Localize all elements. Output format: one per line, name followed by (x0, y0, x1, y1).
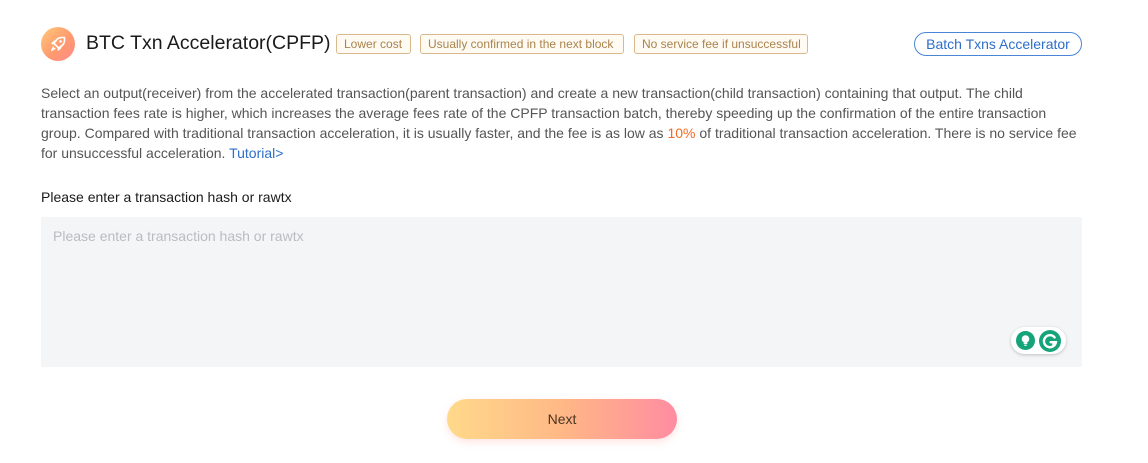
page-title: BTC Txn Accelerator(CPFP) (86, 32, 331, 54)
tag-next-block: Usually confirmed in the next block (420, 34, 624, 54)
rocket-glyph (50, 36, 66, 52)
lightbulb-icon[interactable] (1016, 331, 1035, 350)
tag-lower-cost: Lower cost (336, 34, 411, 54)
rocket-icon (41, 27, 75, 61)
description: Select an output(receiver) from the acce… (41, 83, 1086, 163)
grammarly-icon[interactable] (1039, 330, 1061, 352)
grammarly-widget[interactable] (1011, 327, 1066, 354)
tag-no-service-fee: No service fee if unsuccessful (634, 34, 808, 54)
page-header: BTC Txn Accelerator(CPFP) Lower cost Usu… (41, 26, 1082, 62)
tutorial-link[interactable]: Tutorial> (229, 145, 283, 161)
fee-percent-highlight: 10% (667, 125, 696, 141)
batch-txns-accelerator-button[interactable]: Batch Txns Accelerator (914, 32, 1082, 56)
txhash-field-label: Please enter a transaction hash or rawtx (41, 189, 292, 205)
next-button[interactable]: Next (447, 399, 677, 439)
txhash-input[interactable] (41, 217, 1082, 367)
